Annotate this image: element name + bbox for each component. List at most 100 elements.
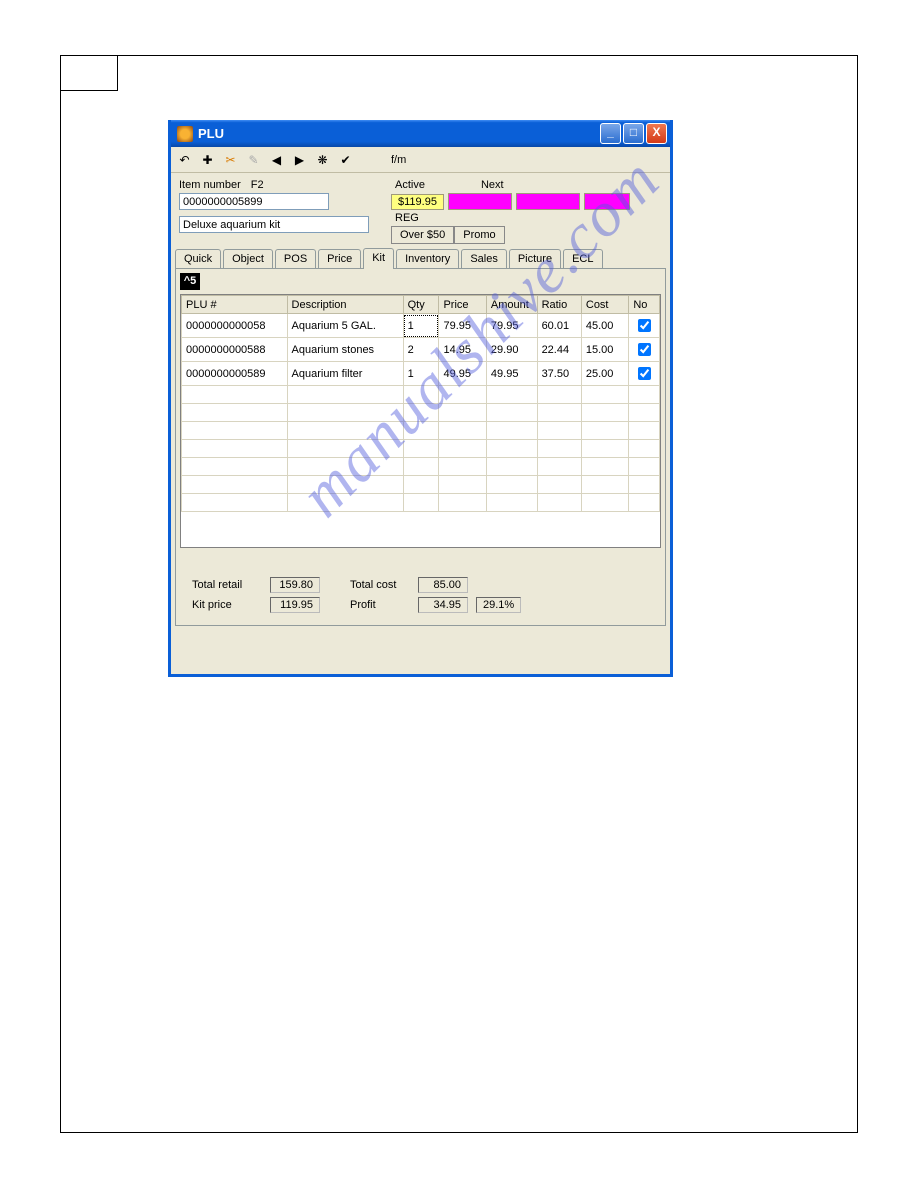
cell-cost[interactable]: 45.00 xyxy=(581,314,628,338)
col-qty[interactable]: Qty xyxy=(403,296,439,314)
cell-no[interactable] xyxy=(629,386,660,404)
cell-no[interactable] xyxy=(629,494,660,512)
table-row[interactable]: 0000000000058Aquarium 5 GAL.179.9579.956… xyxy=(182,314,660,338)
cell-price[interactable] xyxy=(439,422,486,440)
cell-qty[interactable] xyxy=(403,404,439,422)
table-row[interactable] xyxy=(182,458,660,476)
col-price[interactable]: Price xyxy=(439,296,486,314)
cut-icon[interactable]: ✂ xyxy=(223,153,238,167)
cell-plu[interactable]: 0000000000058 xyxy=(182,314,288,338)
cell-amount[interactable] xyxy=(486,494,537,512)
cell-qty[interactable] xyxy=(403,422,439,440)
cell-desc[interactable] xyxy=(287,422,403,440)
cell-price[interactable] xyxy=(439,458,486,476)
cell-price[interactable] xyxy=(439,440,486,458)
tab-quick[interactable]: Quick xyxy=(175,249,221,268)
cell-ratio[interactable] xyxy=(537,440,581,458)
tab-picture[interactable]: Picture xyxy=(509,249,561,268)
cell-no[interactable] xyxy=(629,404,660,422)
cell-no[interactable] xyxy=(629,314,660,338)
col-desc[interactable]: Description xyxy=(287,296,403,314)
cell-ratio[interactable]: 22.44 xyxy=(537,338,581,362)
cell-plu[interactable] xyxy=(182,494,288,512)
refresh-icon[interactable]: ❋ xyxy=(315,153,330,167)
cell-desc[interactable] xyxy=(287,458,403,476)
cell-plu[interactable]: 0000000000589 xyxy=(182,362,288,386)
cell-qty[interactable] xyxy=(403,458,439,476)
no-checkbox[interactable] xyxy=(638,319,651,332)
cell-price[interactable]: 14.95 xyxy=(439,338,486,362)
maximize-button[interactable]: □ xyxy=(623,123,644,144)
tab-ecl[interactable]: ECL xyxy=(563,249,602,268)
col-no[interactable]: No xyxy=(629,296,660,314)
cell-desc[interactable] xyxy=(287,440,403,458)
cell-cost[interactable]: 15.00 xyxy=(581,338,628,362)
tab-sales[interactable]: Sales xyxy=(461,249,507,268)
table-row[interactable] xyxy=(182,386,660,404)
cell-plu[interactable] xyxy=(182,386,288,404)
cell-ratio[interactable] xyxy=(537,422,581,440)
cell-qty[interactable] xyxy=(403,386,439,404)
tab-price[interactable]: Price xyxy=(318,249,361,268)
cell-price[interactable] xyxy=(439,476,486,494)
cell-qty[interactable] xyxy=(403,494,439,512)
cell-ratio[interactable] xyxy=(537,404,581,422)
cell-amount[interactable] xyxy=(486,458,537,476)
cell-desc[interactable]: Aquarium stones xyxy=(287,338,403,362)
table-row[interactable] xyxy=(182,404,660,422)
table-row[interactable] xyxy=(182,422,660,440)
cell-desc[interactable] xyxy=(287,494,403,512)
close-button[interactable]: X xyxy=(646,123,667,144)
cell-amount[interactable] xyxy=(486,440,537,458)
cell-qty[interactable]: 2 xyxy=(403,338,439,362)
col-amount[interactable]: Amount xyxy=(486,296,537,314)
prev-icon[interactable]: ◀ xyxy=(269,153,284,167)
cell-qty[interactable] xyxy=(403,476,439,494)
cell-qty[interactable]: 1 xyxy=(403,362,439,386)
cell-qty[interactable]: 1 xyxy=(403,314,439,338)
cell-plu[interactable] xyxy=(182,440,288,458)
cell-price[interactable] xyxy=(439,404,486,422)
cell-plu[interactable] xyxy=(182,422,288,440)
description-input[interactable] xyxy=(179,216,369,233)
add-icon[interactable]: ✚ xyxy=(200,153,215,167)
cell-no[interactable] xyxy=(629,362,660,386)
cell-ratio[interactable] xyxy=(537,386,581,404)
cell-cost[interactable] xyxy=(581,476,628,494)
cell-ratio[interactable] xyxy=(537,458,581,476)
tab-object[interactable]: Object xyxy=(223,249,273,268)
cell-ratio[interactable]: 60.01 xyxy=(537,314,581,338)
cell-plu[interactable] xyxy=(182,404,288,422)
cell-cost[interactable] xyxy=(581,386,628,404)
no-checkbox[interactable] xyxy=(638,343,651,356)
cell-amount[interactable] xyxy=(486,422,537,440)
cell-price[interactable] xyxy=(439,386,486,404)
col-plu[interactable]: PLU # xyxy=(182,296,288,314)
promo-button[interactable]: Promo xyxy=(454,226,504,244)
edit-icon[interactable]: ✎ xyxy=(246,153,261,167)
over50-button[interactable]: Over $50 xyxy=(391,226,454,244)
cell-plu[interactable] xyxy=(182,458,288,476)
cell-no[interactable] xyxy=(629,440,660,458)
table-row[interactable] xyxy=(182,476,660,494)
cell-desc[interactable] xyxy=(287,476,403,494)
cell-amount[interactable]: 29.90 xyxy=(486,338,537,362)
cell-amount[interactable]: 49.95 xyxy=(486,362,537,386)
cell-desc[interactable]: Aquarium 5 GAL. xyxy=(287,314,403,338)
cell-desc[interactable]: Aquarium filter xyxy=(287,362,403,386)
tab-pos[interactable]: POS xyxy=(275,249,316,268)
tab-inventory[interactable]: Inventory xyxy=(396,249,459,268)
cell-qty[interactable] xyxy=(403,440,439,458)
cell-amount[interactable] xyxy=(486,404,537,422)
item-number-input[interactable] xyxy=(179,193,329,210)
confirm-icon[interactable]: ✔ xyxy=(338,153,353,167)
cell-price[interactable]: 49.95 xyxy=(439,362,486,386)
kit-grid[interactable]: PLU # Description Qty Price Amount Ratio… xyxy=(180,294,661,548)
cell-cost[interactable] xyxy=(581,440,628,458)
table-row[interactable]: 0000000000588Aquarium stones214.9529.902… xyxy=(182,338,660,362)
tab-kit[interactable]: Kit xyxy=(363,248,394,269)
cell-plu[interactable] xyxy=(182,476,288,494)
cell-no[interactable] xyxy=(629,422,660,440)
no-checkbox[interactable] xyxy=(638,367,651,380)
table-row[interactable] xyxy=(182,440,660,458)
